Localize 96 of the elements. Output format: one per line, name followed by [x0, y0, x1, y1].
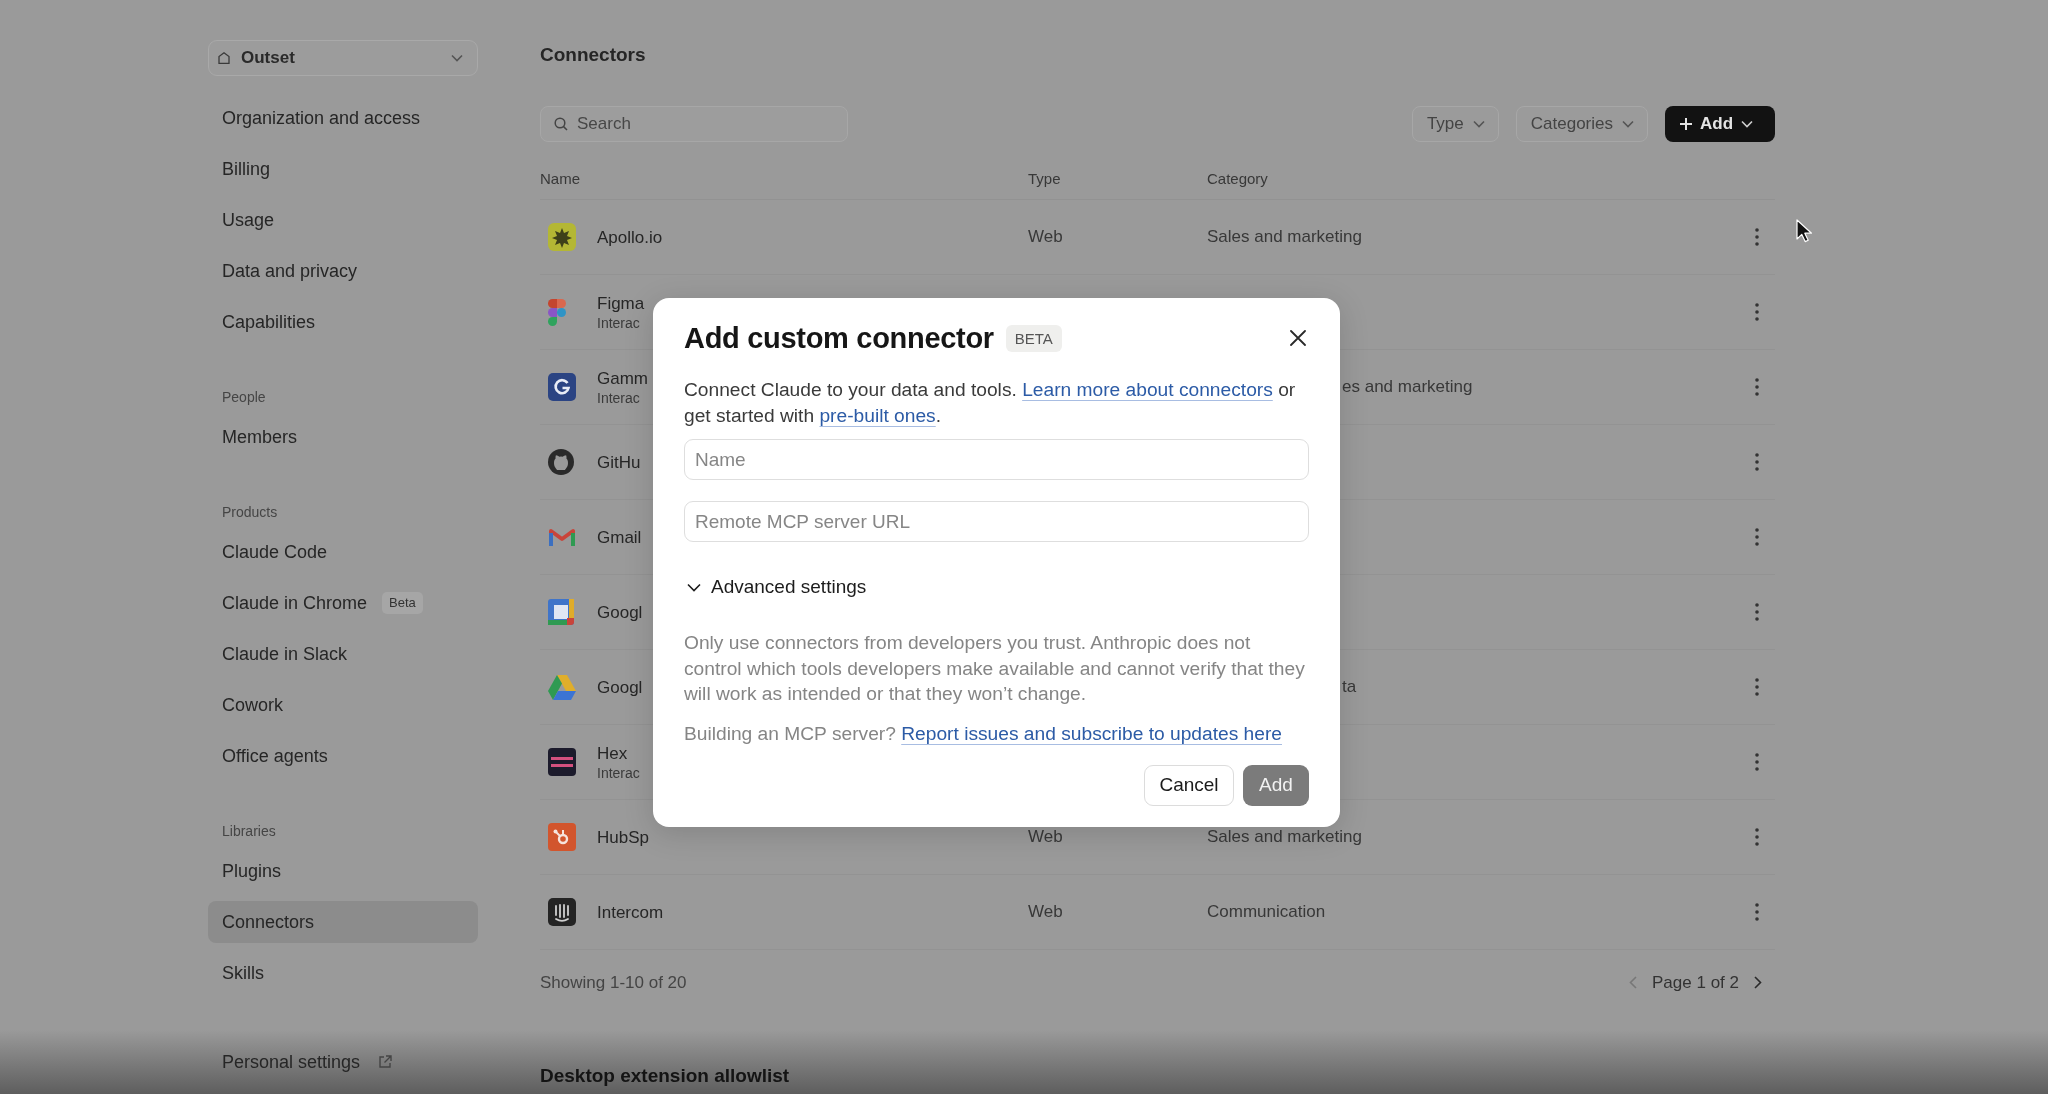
sidebar-item[interactable]: Capabilities [208, 301, 478, 343]
table-cell: Web [1028, 227, 1063, 246]
text-link[interactable]: Report issues and subscribe to updates here [901, 722, 1282, 744]
section-heading: People [221, 388, 267, 407]
sidebar-item[interactable]: Connectors [208, 901, 478, 943]
sidebar-item[interactable]: Data and privacy [208, 250, 478, 292]
beta-badge: Beta [382, 592, 423, 614]
warning-text: Only use connectors from developers you trust. Anthropic does not control which tools developers make available and cannot verify that they will work as intended or that they won’t change. [684, 631, 1306, 706]
close-icon [1290, 330, 1306, 346]
letter-tile-icon [548, 373, 576, 401]
chevron-down-icon [451, 54, 463, 62]
text-link[interactable]: Learn more about connectors [1022, 379, 1273, 400]
section-heading: Libraries [221, 822, 277, 841]
connector-name: Gmail [597, 526, 642, 548]
sidebar-item[interactable]: Claude in Chrome Beta [208, 582, 478, 624]
sidebar-item[interactable]: Claude in Slack [208, 633, 478, 675]
advanced-settings-toggle[interactable]: Advanced settings [684, 575, 867, 599]
column-header: Name [540, 169, 580, 190]
stripes-tile-icon [548, 748, 576, 776]
chevron-right-icon[interactable] [1754, 976, 1762, 989]
results-summary: Showing 1-10 of 20 [540, 971, 687, 994]
more-icon[interactable] [1755, 903, 1759, 921]
triangle-icon [548, 674, 576, 700]
search-field[interactable]: Search [540, 106, 848, 142]
more-icon[interactable] [1755, 603, 1759, 621]
more-icon[interactable] [1755, 528, 1759, 546]
cursor-icon [1796, 219, 1812, 243]
sprocket-tile-icon [548, 823, 576, 851]
chevron-down-icon [1622, 120, 1634, 128]
chevron-down-icon [1472, 120, 1485, 128]
table-cell: Sales and marketing [1207, 828, 1362, 846]
sidebar-item[interactable]: Claude Code [208, 531, 478, 573]
url-field[interactable]: Remote MCP server URL [684, 501, 1309, 542]
sidebar-item[interactable]: Organization and access [208, 97, 478, 139]
name-field[interactable]: Name [684, 439, 1309, 480]
mail-icon [548, 526, 576, 548]
add-button[interactable]: Add [1665, 106, 1775, 142]
connector-subtitle: Interac [597, 763, 640, 782]
page-title: Connectors [540, 43, 646, 67]
framed-square-icon [548, 599, 574, 625]
more-icon[interactable] [1755, 303, 1759, 321]
connector-name: Googl [597, 601, 643, 623]
cat-head-icon [548, 449, 574, 475]
connector-name: Intercom [597, 901, 664, 923]
colored-shapes-icon [548, 298, 566, 326]
starburst-tile-icon [548, 223, 576, 251]
sidebar-item[interactable]: Usage [208, 199, 478, 241]
section-heading: Products [221, 503, 279, 522]
sidebar-item[interactable]: Billing [208, 148, 478, 190]
table-cell: ta [1342, 678, 1357, 696]
external-link-icon [378, 1055, 393, 1069]
more-icon[interactable] [1755, 228, 1759, 246]
workspace-selector[interactable]: Outset [208, 40, 478, 76]
column-header: Category [1207, 169, 1268, 190]
section-title: Desktop extension allowlist [540, 1064, 790, 1088]
table-cell: es and marketing [1342, 378, 1473, 396]
connector-name: HubSp [597, 826, 649, 848]
table-cell: Communication [1207, 903, 1326, 921]
search-icon [554, 117, 568, 131]
connector-name: Apollo.io [597, 226, 663, 248]
sidebar-item[interactable]: Members [208, 416, 478, 458]
column-header: Type [1028, 169, 1061, 190]
connector-name: GitHu [597, 451, 641, 473]
cancel-button[interactable]: Cancel [1144, 764, 1234, 806]
sidebar-item[interactable]: Cowork [208, 684, 478, 726]
sidebar-item[interactable]: Plugins [208, 850, 478, 892]
table-cell: Sales and marketing [1207, 228, 1362, 246]
personal-settings-link[interactable]: Personal settings [208, 1041, 478, 1083]
beta-badge: BETA [1005, 324, 1062, 352]
more-icon[interactable] [1755, 378, 1759, 396]
close-button[interactable] [1290, 330, 1306, 346]
bars-tile-icon [548, 898, 576, 926]
connector-subtitle: Interac [597, 388, 640, 407]
more-icon[interactable] [1755, 828, 1759, 846]
connector-name: Hex [597, 742, 628, 764]
chevron-down-icon [1741, 120, 1754, 128]
plus-icon [1680, 118, 1692, 130]
sidebar-item[interactable]: Skills [208, 952, 478, 994]
page-indicator: Page 1 of 2 [1652, 971, 1739, 994]
filter-dropdown[interactable]: Type [1411, 106, 1499, 142]
more-icon[interactable] [1755, 453, 1759, 471]
house-icon [218, 52, 230, 64]
more-icon[interactable] [1755, 753, 1759, 771]
help-text: Building an MCP server? Report issues and subscribe to updates here [684, 721, 1283, 746]
connector-subtitle: Interac [597, 313, 640, 332]
filter-dropdown[interactable]: Categories [1515, 106, 1648, 142]
table-cell: Web [1028, 902, 1063, 921]
connector-name: Googl [597, 676, 643, 698]
more-icon[interactable] [1755, 678, 1759, 696]
sidebar-item[interactable]: Office agents [208, 735, 478, 777]
connector-name: Gamm [597, 367, 648, 389]
connector-name: Figma [597, 292, 645, 314]
intro-text: Connect Claude to your data and tools. Learn more about connectors or get started with pre-built ones. [684, 378, 1297, 428]
dialog-title: Add custom connector [684, 322, 994, 354]
table-cell: Web [1028, 827, 1063, 846]
text-link[interactable]: pre-built ones [819, 405, 936, 426]
